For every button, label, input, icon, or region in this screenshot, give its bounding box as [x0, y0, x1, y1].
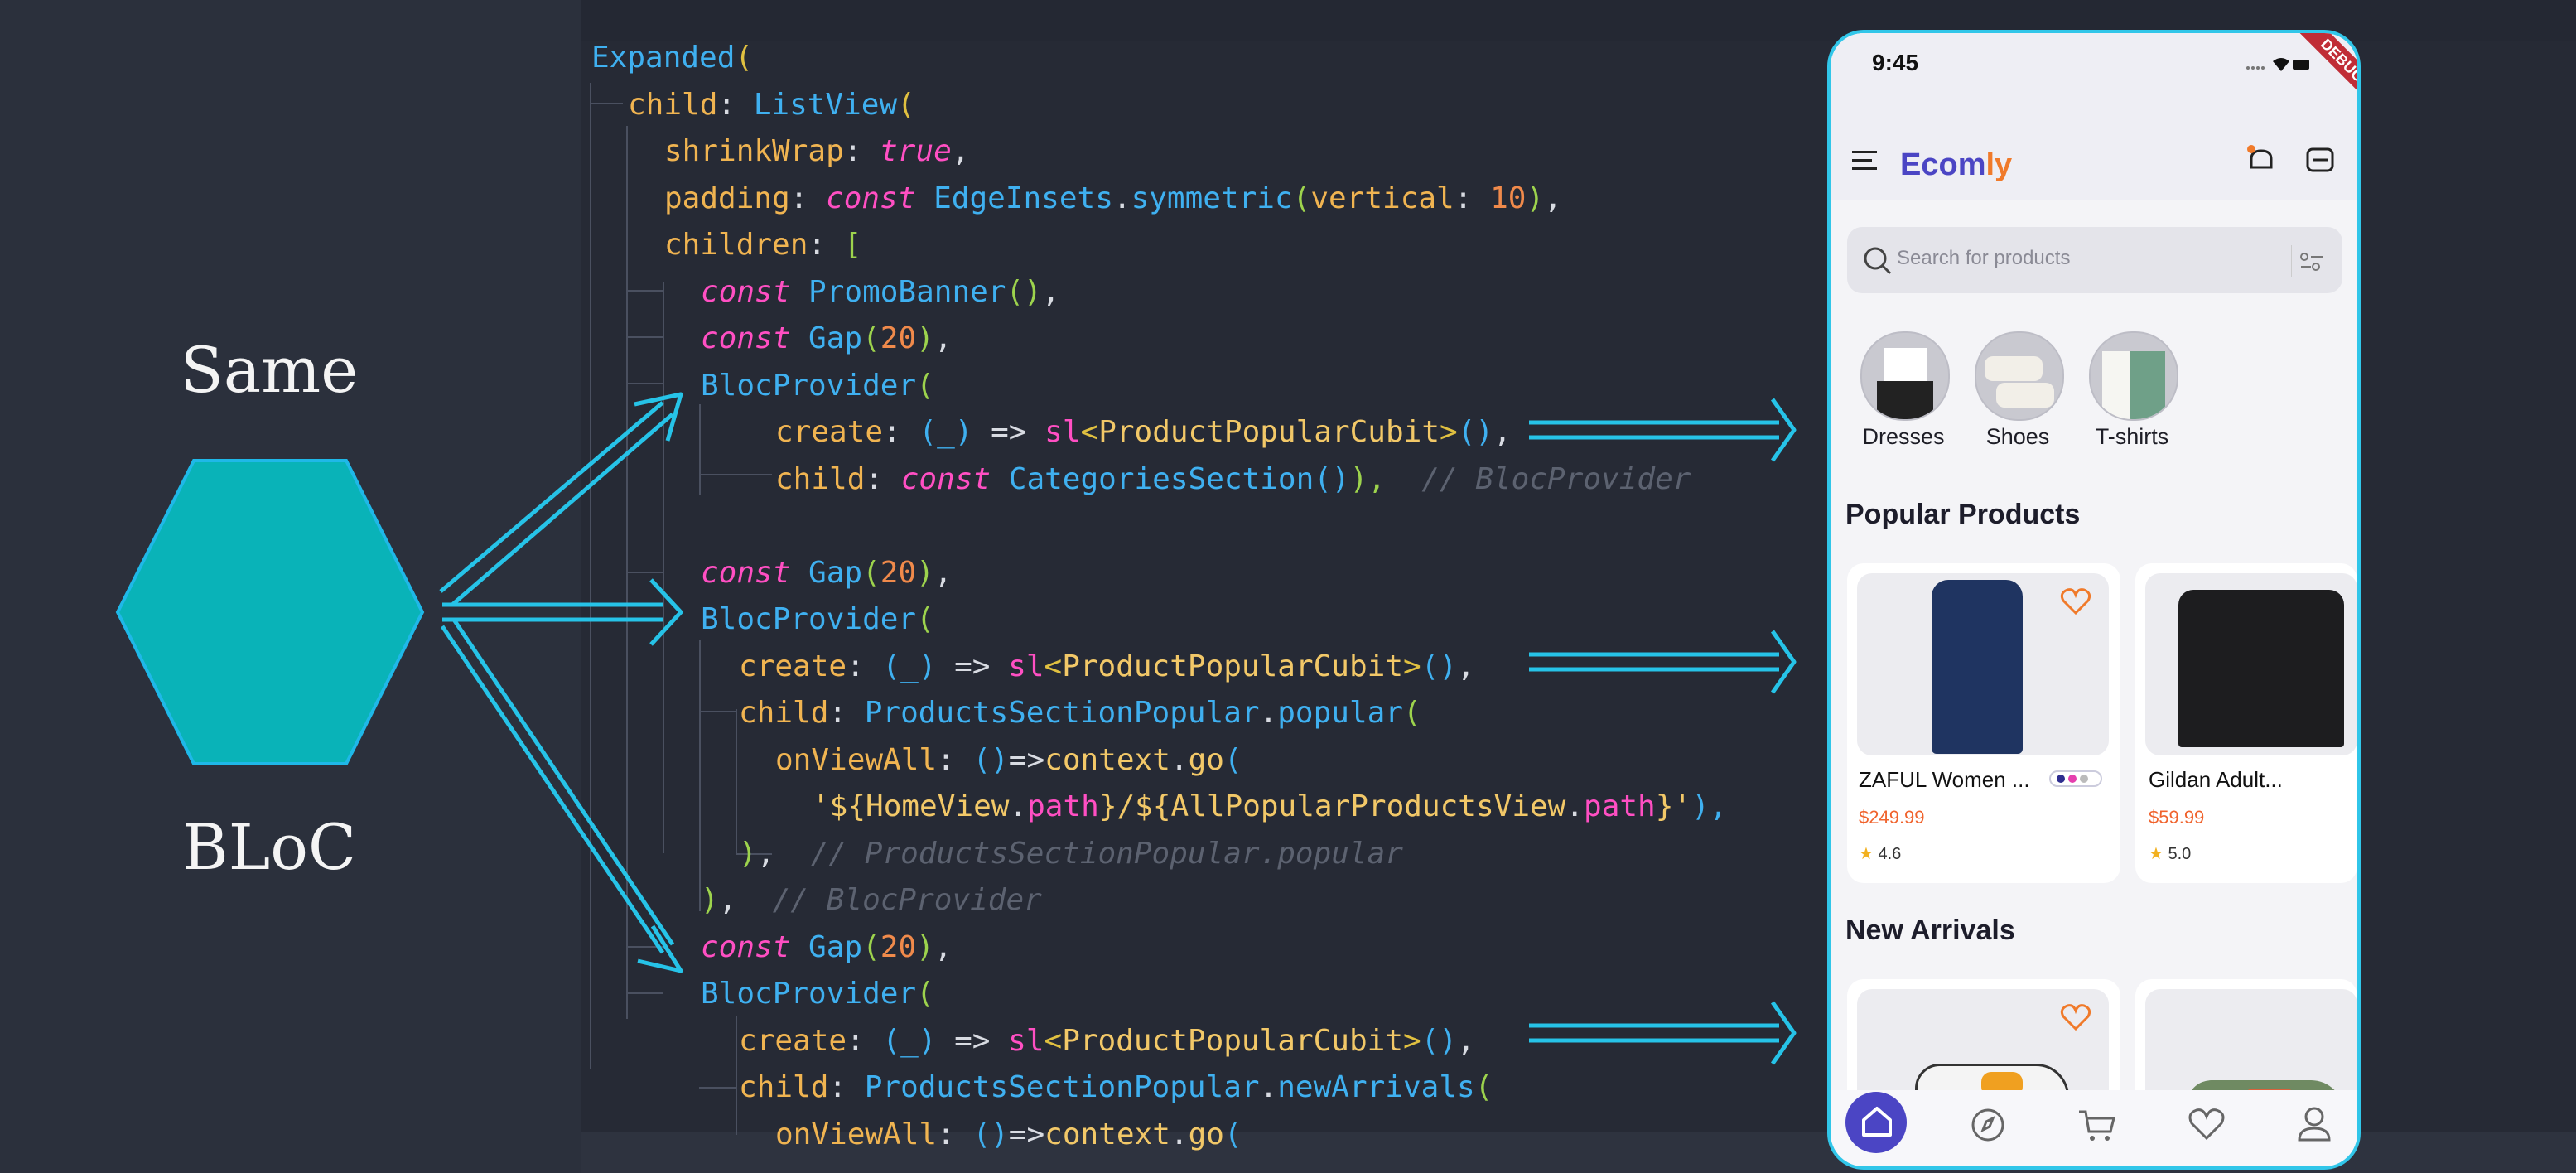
arrow-to-popular-products	[1529, 630, 1797, 694]
star-icon: ★	[2149, 845, 2164, 863]
category-shoes-thumbnail[interactable]	[1975, 331, 2064, 421]
product-name-1: ZAFUL Women ...	[1859, 767, 2030, 792]
bloc-hexagon	[115, 459, 425, 765]
search-placeholder: Search for products	[1897, 247, 2071, 269]
favorite-icon[interactable]	[2059, 1002, 2092, 1032]
search-icon	[1864, 247, 1892, 275]
phone-preview: 9:45 DEBUG Ecomly Search for products Dr…	[1827, 30, 2361, 1170]
category-dresses-thumbnail[interactable]	[1860, 331, 1950, 421]
product-name-2: Gildan Adult...	[2149, 767, 2283, 792]
category-tshirts-label: T-shirts	[2095, 424, 2169, 449]
wifi-icon	[2273, 58, 2289, 71]
product-card-2[interactable]: Gildan Adult... $59.99 ★ 5.0	[2135, 563, 2357, 883]
home-icon	[1862, 1107, 1892, 1137]
product-rating-value-1: 4.6	[1878, 845, 1902, 863]
product-price-1: $249.99	[1859, 807, 1925, 828]
menu-icon[interactable]	[1852, 149, 1880, 174]
arrow-to-new-arrivals	[1529, 1001, 1797, 1065]
filter-icon[interactable]	[2291, 245, 2328, 278]
cart-icon[interactable]	[2077, 1107, 2117, 1143]
product-price-2: $59.99	[2149, 807, 2205, 828]
favorite-icon[interactable]	[2059, 586, 2092, 616]
product-rating-value-2: 5.0	[2168, 845, 2192, 863]
notification-icon[interactable]	[2245, 144, 2278, 177]
app-brand: Ecomly	[1900, 147, 2012, 183]
brand-part-1: Ecom	[1900, 147, 1986, 182]
heart-icon[interactable]	[2187, 1107, 2226, 1143]
scan-icon[interactable]	[2304, 144, 2337, 177]
arrow-to-bloc-provider-1	[439, 392, 683, 606]
color-swatches	[2049, 770, 2102, 787]
signal-icon	[2246, 66, 2265, 70]
star-icon: ★	[1859, 845, 1874, 863]
arrow-to-categories	[1529, 398, 1797, 462]
profile-icon[interactable]	[2296, 1105, 2332, 1143]
brand-part-2: ly	[1985, 147, 2013, 182]
arrow-to-bloc-provider-2	[442, 578, 683, 646]
product-card-1[interactable]: ZAFUL Women ... $249.99 ★ 4.6	[1847, 563, 2120, 883]
category-dresses-label: Dresses	[1862, 424, 1945, 449]
status-time: 9:45	[1872, 50, 1919, 75]
product-image-2	[2145, 573, 2357, 755]
product-rating-2: ★ 5.0	[2149, 843, 2191, 864]
category-shoes-label: Shoes	[1985, 424, 2050, 449]
product-rating-1: ★ 4.6	[1859, 843, 1901, 864]
popular-products-title: Popular Products	[1845, 499, 2081, 530]
compass-icon[interactable]	[1970, 1107, 2006, 1143]
battery-icon	[2293, 60, 2309, 70]
status-icons	[2246, 58, 2309, 71]
new-arrivals-title: New Arrivals	[1845, 915, 2015, 946]
category-tshirts-thumbnail[interactable]	[2089, 331, 2178, 421]
arrow-to-bloc-provider-3	[440, 618, 683, 973]
